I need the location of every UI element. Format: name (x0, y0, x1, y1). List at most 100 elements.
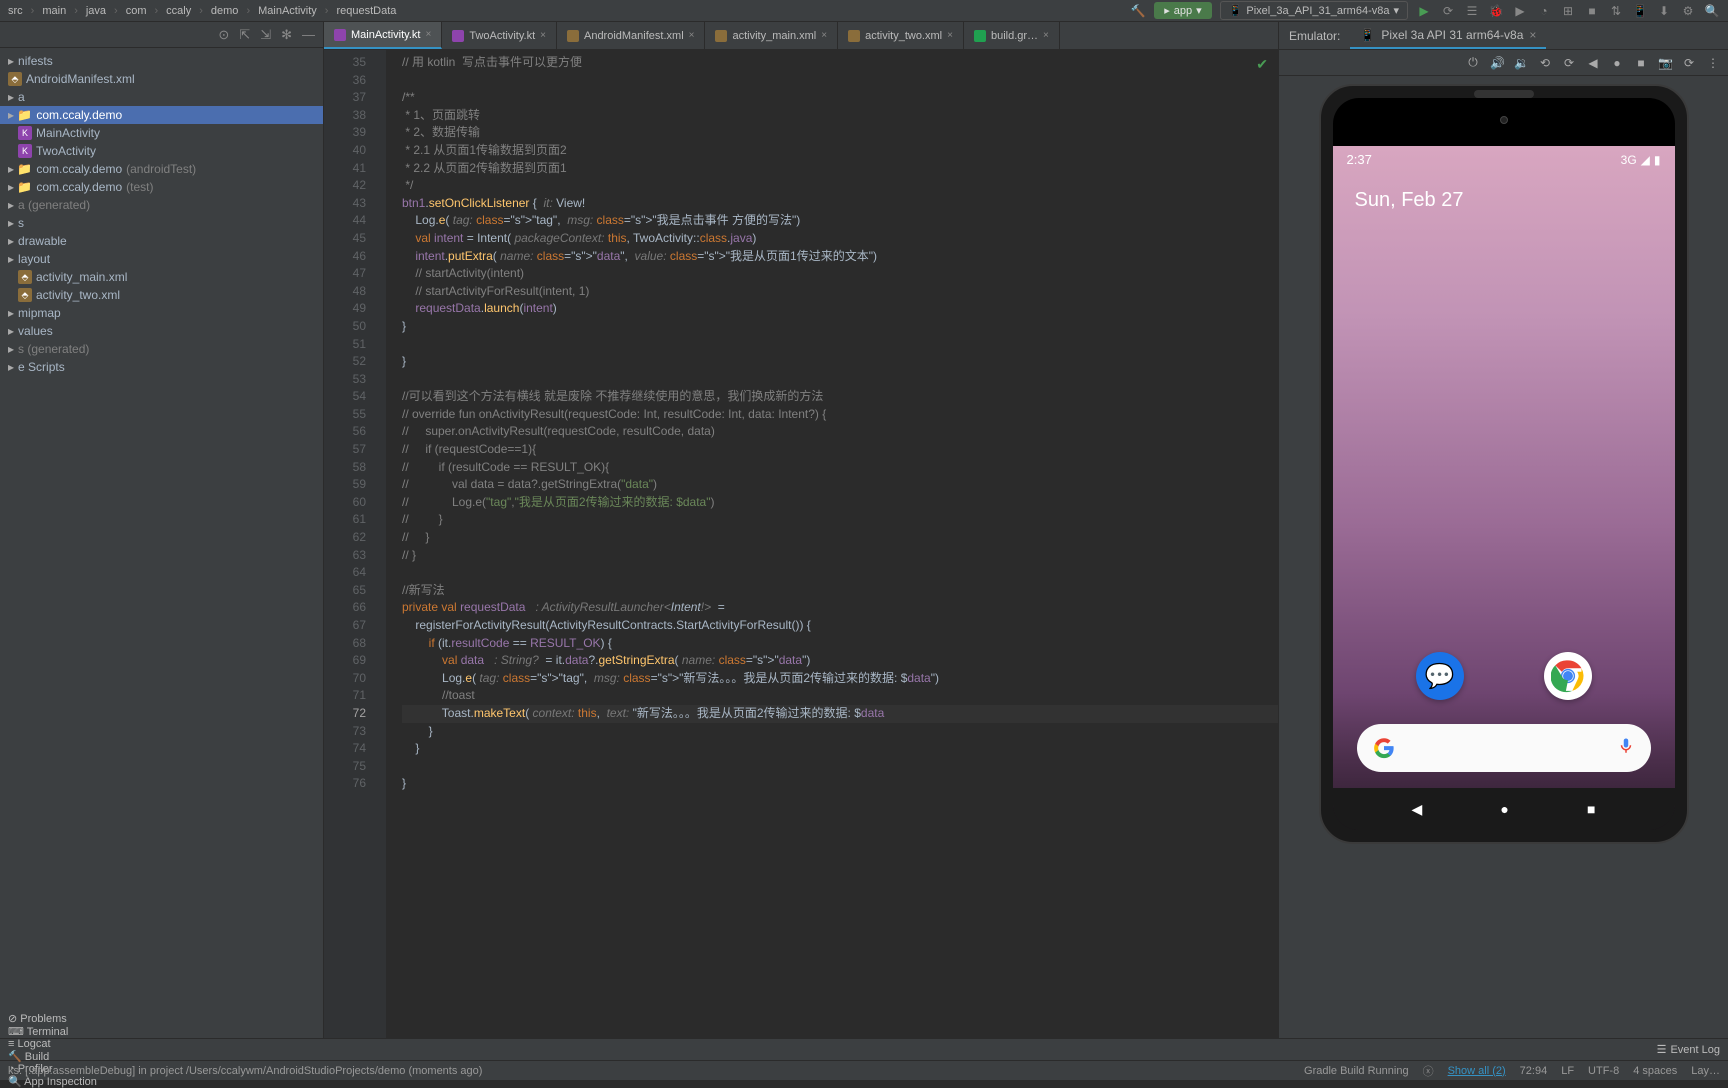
voice-search-icon[interactable] (1617, 737, 1635, 760)
tree-item[interactable]: ▸ e Scripts (0, 358, 323, 376)
screenshot-icon[interactable]: 📷 (1658, 56, 1672, 70)
bottom-tool-tabs: ⊘ Problems⌨ Terminal≡ Logcat🔨 Build◔ Pro… (0, 1038, 1728, 1060)
coverage-icon[interactable]: ▶ (1512, 3, 1528, 19)
editor-tab[interactable]: activity_two.xml× (838, 22, 964, 49)
editor-tab[interactable]: TwoActivity.kt× (442, 22, 557, 49)
emulator-tool-window: Emulator: 📱 Pixel 3a API 31 arm64-v8a × … (1278, 22, 1728, 1038)
hide-icon[interactable]: — (302, 27, 315, 42)
ide-status-bar: ks: [:app:assembleDebug] in project /Use… (0, 1060, 1728, 1080)
event-log-tab[interactable]: ☰ Event Log (1657, 1043, 1720, 1056)
bottom-tab[interactable]: ≡ Logcat (8, 1038, 97, 1050)
settings-icon[interactable]: ⚙ (1680, 3, 1696, 19)
target-icon[interactable]: ⊙ (218, 27, 229, 43)
nav-overview-icon[interactable]: ■ (1587, 801, 1595, 817)
bottom-tab[interactable]: 🔨 Build (8, 1050, 97, 1063)
editor-tab[interactable]: AndroidManifest.xml× (557, 22, 706, 49)
home-date: Sun, Feb 27 (1333, 169, 1675, 232)
tree-item[interactable]: ▸ layout (0, 250, 323, 268)
rotate-left-icon[interactable]: ⟲ (1538, 56, 1552, 70)
more-icon[interactable]: ⋮ (1706, 56, 1720, 70)
sync-icon[interactable]: ⇅ (1608, 3, 1624, 19)
android-nav-bar: ◀ ● ■ (1333, 788, 1675, 830)
project-tree[interactable]: ▸ nifests⬘ AndroidManifest.xml▸ a▸ 📁 com… (0, 48, 323, 1038)
rotate-right-icon[interactable]: ⟳ (1562, 56, 1576, 70)
editor-tab[interactable]: build.gr…× (964, 22, 1060, 49)
status-close-icon[interactable]: ⓧ (1423, 1063, 1434, 1079)
breadcrumb[interactable]: src›main›java›com›ccaly›demo›MainActivit… (8, 5, 396, 17)
tree-item[interactable]: ▸ 📁 com.ccaly.demo (test) (0, 178, 323, 196)
emulator-toolbar: ⏻ 🔊 🔉 ⟲ ⟳ ◀ ● ■ 📷 ⟳ ⋮ (1279, 50, 1728, 76)
tree-item[interactable]: ⬘ AndroidManifest.xml (0, 70, 323, 88)
google-logo-icon (1373, 737, 1395, 759)
inspection-ok-icon: ✔ (1256, 56, 1268, 73)
editor-tab[interactable]: activity_main.xml× (705, 22, 838, 49)
apply-changes-icon[interactable]: ⟳ (1440, 3, 1456, 19)
volume-down-icon[interactable]: 🔉 (1514, 56, 1528, 70)
code-content[interactable]: // 用 kotlin 写点击事件可以更方便 /** * 1、页面跳转 * 2、… (386, 50, 1278, 1038)
tree-item[interactable]: ▸ a (0, 88, 323, 106)
record-icon[interactable]: ⟳ (1682, 56, 1696, 70)
phone-screen[interactable]: 2:37 3G ◢ ▮ Sun, Feb 27 💬 (1333, 146, 1675, 830)
expand-all-icon[interactable]: ⇱ (239, 27, 250, 43)
chrome-app-icon[interactable] (1544, 652, 1592, 700)
home-dock: 💬 (1333, 652, 1675, 700)
emulator-device-tab[interactable]: 📱 Pixel 3a API 31 arm64-v8a × (1350, 22, 1546, 49)
debug-icon[interactable]: 🐞 (1488, 3, 1504, 19)
back-icon[interactable]: ◀ (1586, 56, 1600, 70)
stop-icon[interactable]: ■ (1584, 3, 1600, 19)
volume-up-icon[interactable]: 🔊 (1490, 56, 1504, 70)
run-config-selector[interactable]: ▸ app ▾ (1154, 2, 1211, 19)
code-editor[interactable]: ✔ 35363738394041424344454647484950515253… (324, 50, 1278, 1038)
tree-item[interactable]: ▸ 📁 com.ccaly.demo (androidTest) (0, 160, 323, 178)
build-hammer-icon[interactable]: 🔨 (1130, 3, 1146, 19)
tree-item[interactable]: ▸ s (0, 214, 323, 232)
tree-item[interactable]: ▸ mipmap (0, 304, 323, 322)
tree-item[interactable]: ▸ nifests (0, 52, 323, 70)
settings-gear-icon[interactable]: ✻ (281, 27, 292, 43)
tree-item[interactable]: ⬘ activity_two.xml (0, 286, 323, 304)
status-encoding[interactable]: UTF-8 (1588, 1065, 1619, 1077)
editor-tab-bar: MainActivity.kt×TwoActivity.kt×AndroidMa… (324, 22, 1278, 50)
tree-item[interactable]: ▸ 📁 com.ccaly.demo (0, 106, 323, 124)
collapse-all-icon[interactable]: ⇲ (260, 27, 271, 43)
status-time: 2:37 (1347, 152, 1372, 167)
run-icon[interactable]: ▶ (1416, 3, 1432, 19)
tree-item[interactable]: ▸ drawable (0, 232, 323, 250)
tree-item[interactable]: K TwoActivity (0, 142, 323, 160)
app-inspection-icon[interactable]: ⊞ (1560, 3, 1576, 19)
bottom-tab[interactable]: ⌨ Terminal (8, 1025, 97, 1038)
tree-item[interactable]: ▸ values (0, 322, 323, 340)
tree-item[interactable]: K MainActivity (0, 124, 323, 142)
tree-item[interactable]: ⬘ activity_main.xml (0, 268, 323, 286)
tree-item[interactable]: ▸ a (generated) (0, 196, 323, 214)
overview-icon[interactable]: ■ (1634, 56, 1648, 70)
home-icon[interactable]: ● (1610, 56, 1624, 70)
emulator-canvas: 2:37 3G ◢ ▮ Sun, Feb 27 💬 (1279, 76, 1728, 1038)
google-search-bar[interactable] (1357, 724, 1651, 772)
navigation-bar: src›main›java›com›ccaly›demo›MainActivit… (0, 0, 1728, 22)
emulator-label: Emulator: (1289, 29, 1340, 43)
avd-manager-icon[interactable]: 📱 (1632, 3, 1648, 19)
bottom-tab[interactable]: ⊘ Problems (8, 1012, 97, 1025)
status-show-all[interactable]: Show all (2) (1448, 1065, 1506, 1077)
status-layout[interactable]: Lay… (1691, 1065, 1720, 1077)
power-icon[interactable]: ⏻ (1466, 55, 1480, 70)
nav-home-icon[interactable]: ● (1500, 801, 1508, 817)
fold-gutter[interactable] (372, 50, 386, 1038)
status-task: ks: [:app:assembleDebug] in project /Use… (8, 1065, 482, 1077)
editor-tab[interactable]: MainActivity.kt× (324, 22, 442, 49)
nav-back-icon[interactable]: ◀ (1412, 801, 1423, 818)
status-indent[interactable]: 4 spaces (1633, 1065, 1677, 1077)
status-cursor-pos[interactable]: 72:94 (1520, 1065, 1548, 1077)
battery-icon: ▮ (1654, 153, 1661, 167)
line-number-gutter: 3536373839404142434445464748495051525354… (324, 50, 372, 1038)
sdk-manager-icon[interactable]: ⬇ (1656, 3, 1672, 19)
device-selector[interactable]: 📱 Pixel_3a_API_31_arm64-v8a ▾ (1220, 1, 1408, 20)
messages-app-icon[interactable]: 💬 (1416, 652, 1464, 700)
tree-item[interactable]: ▸ s (generated) (0, 340, 323, 358)
attach-debugger-icon[interactable]: ☰ (1464, 3, 1480, 19)
status-line-sep[interactable]: LF (1561, 1065, 1574, 1077)
search-icon[interactable]: 🔍 (1704, 3, 1720, 19)
phone-camera (1500, 116, 1508, 124)
profiler-icon[interactable]: ◔ (1536, 3, 1552, 19)
